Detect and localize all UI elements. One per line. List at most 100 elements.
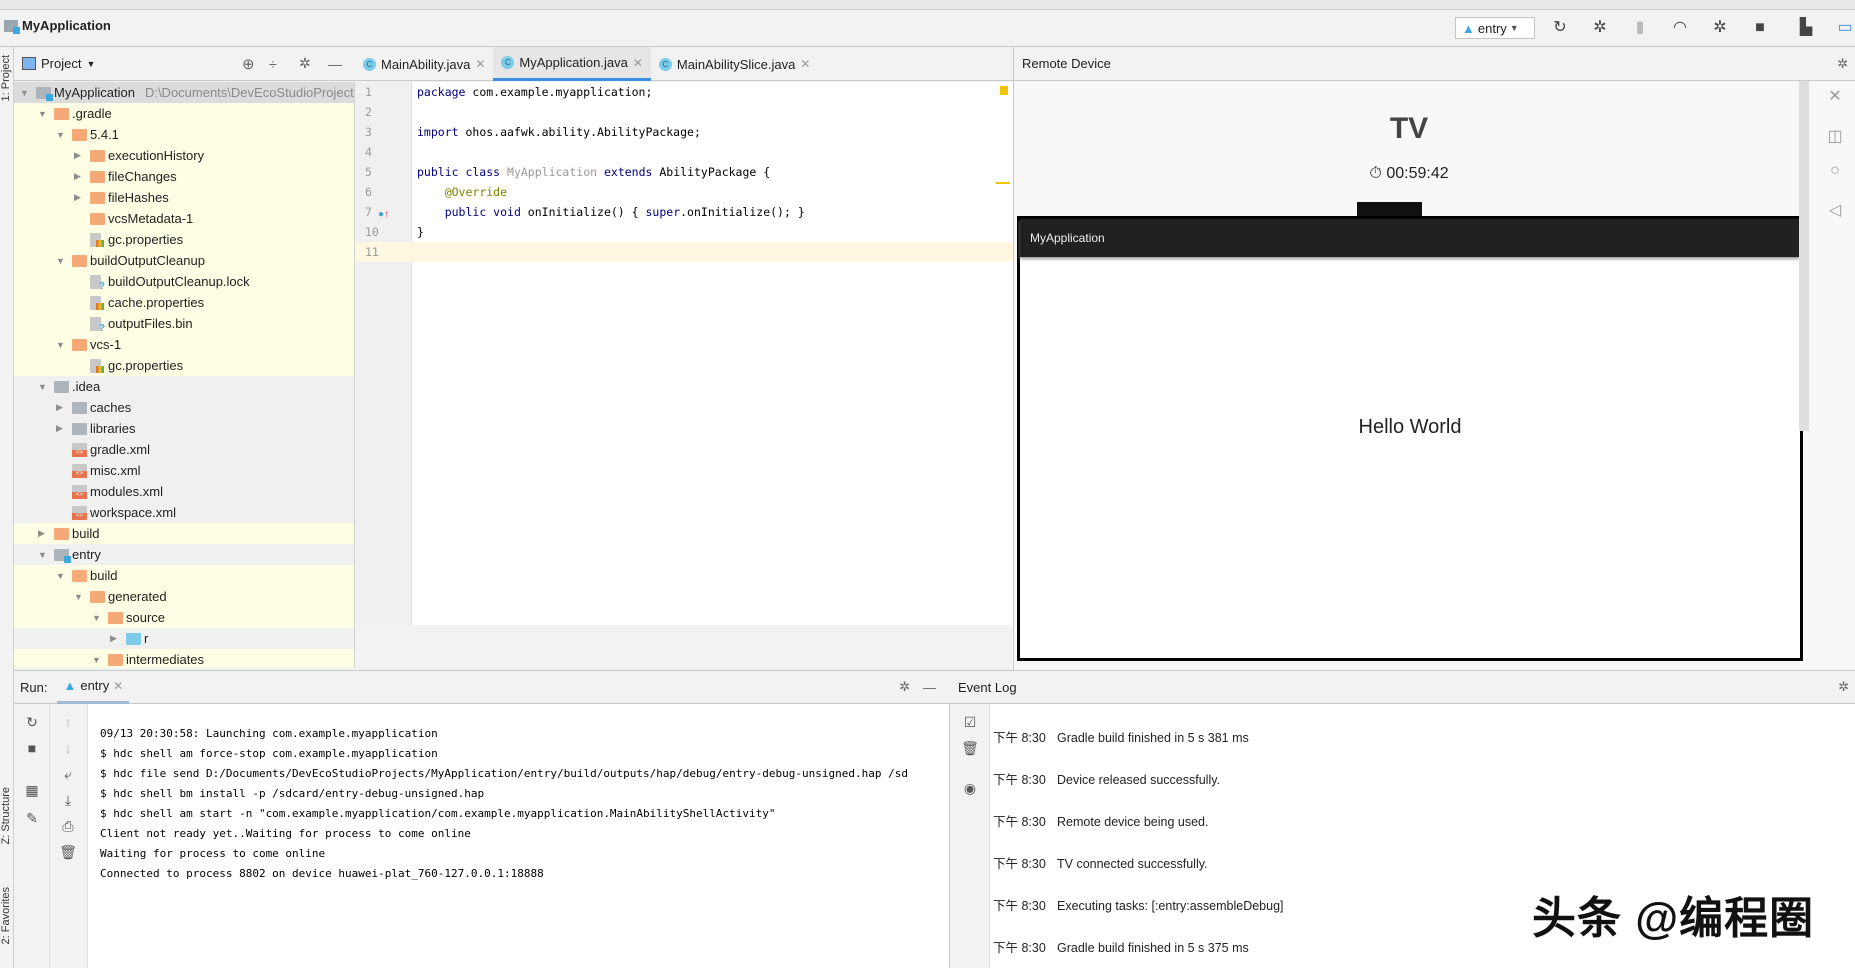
tree-item[interactable]: ▶ r: [14, 628, 354, 649]
expand-arrow-icon[interactable]: ▼: [38, 550, 48, 560]
back-icon[interactable]: ◁: [1822, 200, 1848, 220]
collapse-arrow-icon[interactable]: ▶: [56, 402, 66, 413]
collapse-arrow-icon[interactable]: ▶: [74, 192, 84, 203]
remote-device-icon[interactable]: ▭: [1836, 19, 1854, 37]
code-editor[interactable]: ●↑ 1 package com.example.myapplication; 2 3…: [355, 82, 1013, 625]
expand-arrow-icon[interactable]: ▼: [56, 256, 66, 266]
tree-item[interactable]: outputFiles.bin: [14, 313, 354, 334]
tree-item[interactable]: misc.xml: [14, 460, 354, 481]
editor-tab[interactable]: C MainAbilitySlice.java ✕: [651, 47, 819, 81]
project-view-select[interactable]: Project: [41, 56, 81, 71]
expand-arrow-icon[interactable]: ▼: [56, 340, 66, 350]
tree-item[interactable]: ▼ source: [14, 607, 354, 628]
close-icon[interactable]: ✕: [633, 56, 643, 70]
tree-item[interactable]: ▼ buildOutputCleanup: [14, 250, 354, 271]
close-icon[interactable]: ✕: [113, 679, 123, 693]
expand-arrow-icon[interactable]: ▼: [92, 655, 102, 665]
build-icon[interactable]: ✲: [1711, 19, 1729, 37]
editor-tab[interactable]: C MyApplication.java ✕: [493, 47, 651, 81]
rerun-icon[interactable]: ↻: [14, 714, 50, 731]
minimize-icon[interactable]: —: [328, 56, 342, 72]
debug-icon[interactable]: ✲: [1591, 19, 1609, 37]
expand-arrow-icon[interactable]: ▼: [38, 109, 48, 119]
rotate-icon[interactable]: ◫: [1822, 126, 1848, 146]
tree-item[interactable]: gc.properties: [14, 229, 354, 250]
run-tab-entry[interactable]: ▲ entry ✕: [57, 671, 130, 704]
gear-icon[interactable]: ✲: [299, 55, 311, 72]
profile-icon[interactable]: ◠: [1671, 19, 1689, 37]
mark-read-icon[interactable]: ☑: [950, 714, 990, 731]
expand-arrow-icon[interactable]: ▼: [38, 382, 48, 392]
run-console[interactable]: 09/13 20:30:58: Launching com.example.my…: [88, 704, 950, 968]
collapse-arrow-icon[interactable]: ▶: [74, 171, 84, 182]
close-icon[interactable]: ✕: [800, 57, 810, 71]
rerun-icon[interactable]: ↻: [1551, 19, 1569, 37]
arrow-down-icon[interactable]: ↓: [50, 740, 86, 756]
collapse-arrow-icon[interactable]: ▶: [110, 633, 120, 644]
tree-item[interactable]: ▼ generated: [14, 586, 354, 607]
layout-icon[interactable]: ▦: [14, 782, 50, 799]
tree-item[interactable]: ▼ vcs-1: [14, 334, 354, 355]
tree-item-label: buildOutputCleanup: [90, 253, 205, 268]
tree-item[interactable]: ▶ caches: [14, 397, 354, 418]
close-icon[interactable]: ✕: [475, 57, 485, 71]
gear-icon[interactable]: ✲: [1837, 56, 1848, 72]
home-icon[interactable]: ○: [1822, 162, 1848, 180]
tree-item[interactable]: ▶ fileChanges: [14, 166, 354, 187]
tree-item[interactable]: ▶ executionHistory: [14, 145, 354, 166]
gear-icon[interactable]: ✲: [899, 679, 910, 695]
expand-arrow-icon[interactable]: ▼: [20, 88, 30, 98]
tree-item[interactable]: ▼ build: [14, 565, 354, 586]
project-structure-icon[interactable]: ▙: [1797, 19, 1815, 37]
run-config-select[interactable]: ▲ entry ▼: [1455, 17, 1535, 39]
collapse-all-icon[interactable]: ÷: [269, 56, 277, 72]
trash-icon[interactable]: 🗑: [950, 740, 990, 757]
side-tab-project[interactable]: 1: Project: [0, 55, 12, 101]
scroll-to-end-icon[interactable]: ⤓: [50, 792, 86, 809]
tree-item[interactable]: ▼ MyApplication D:\Documents\DevEcoStudioP…: [14, 82, 354, 103]
collapse-arrow-icon[interactable]: ▶: [38, 528, 48, 539]
stop-icon[interactable]: ■: [1751, 19, 1769, 37]
tree-item[interactable]: ▶ libraries: [14, 418, 354, 439]
tree-item[interactable]: ▼ .gradle: [14, 103, 354, 124]
locate-icon[interactable]: ⊕: [242, 55, 255, 73]
tree-item[interactable]: buildOutputCleanup.lock: [14, 271, 354, 292]
tree-item[interactable]: gc.properties: [14, 355, 354, 376]
stop-icon[interactable]: ■: [14, 740, 50, 756]
tree-item[interactable]: cache.properties: [14, 292, 354, 313]
pin-icon[interactable]: ✎: [14, 810, 50, 827]
arrow-up-icon[interactable]: ↑: [50, 714, 86, 730]
soft-wrap-icon[interactable]: ⤶: [50, 766, 86, 783]
trash-icon[interactable]: 🗑: [50, 844, 86, 861]
tree-item[interactable]: ▶ fileHashes: [14, 187, 354, 208]
chevron-down-icon[interactable]: ▼: [86, 59, 95, 69]
attach-debugger-icon[interactable]: ▮: [1631, 19, 1649, 37]
expand-arrow-icon[interactable]: ▼: [56, 571, 66, 581]
scrollbar[interactable]: [1799, 81, 1809, 431]
breadcrumb[interactable]: MyApplication: [4, 18, 111, 34]
collapse-arrow-icon[interactable]: ▶: [56, 423, 66, 434]
tree-item[interactable]: ▼ intermediates: [14, 649, 354, 668]
tree-item[interactable]: vcsMetadata-1: [14, 208, 354, 229]
print-icon[interactable]: ⎙: [50, 818, 86, 835]
close-icon[interactable]: ✕: [1822, 86, 1848, 106]
tree-item[interactable]: modules.xml: [14, 481, 354, 502]
tree-item[interactable]: ▼ .idea: [14, 376, 354, 397]
expand-arrow-icon[interactable]: ▼: [74, 592, 84, 602]
tree-item[interactable]: ▼ 5.4.1: [14, 124, 354, 145]
minimize-icon[interactable]: —: [923, 680, 936, 695]
editor-tab[interactable]: C MainAbility.java ✕: [355, 47, 493, 81]
side-tab-favorites[interactable]: 2: Favorites: [0, 887, 12, 944]
folder-icon: [72, 128, 87, 141]
expand-arrow-icon[interactable]: ▼: [92, 613, 102, 623]
device-screen[interactable]: MyApplication Hello World: [1017, 216, 1803, 661]
settings-icon[interactable]: ◉: [950, 780, 990, 797]
gear-icon[interactable]: ✲: [1838, 679, 1849, 695]
side-tab-structure[interactable]: Z: Structure: [0, 787, 12, 844]
tree-item[interactable]: gradle.xml: [14, 439, 354, 460]
tree-item[interactable]: workspace.xml: [14, 502, 354, 523]
expand-arrow-icon[interactable]: ▼: [56, 130, 66, 140]
tree-item[interactable]: ▼ entry: [14, 544, 354, 565]
collapse-arrow-icon[interactable]: ▶: [74, 150, 84, 161]
tree-item[interactable]: ▶ build: [14, 523, 354, 544]
